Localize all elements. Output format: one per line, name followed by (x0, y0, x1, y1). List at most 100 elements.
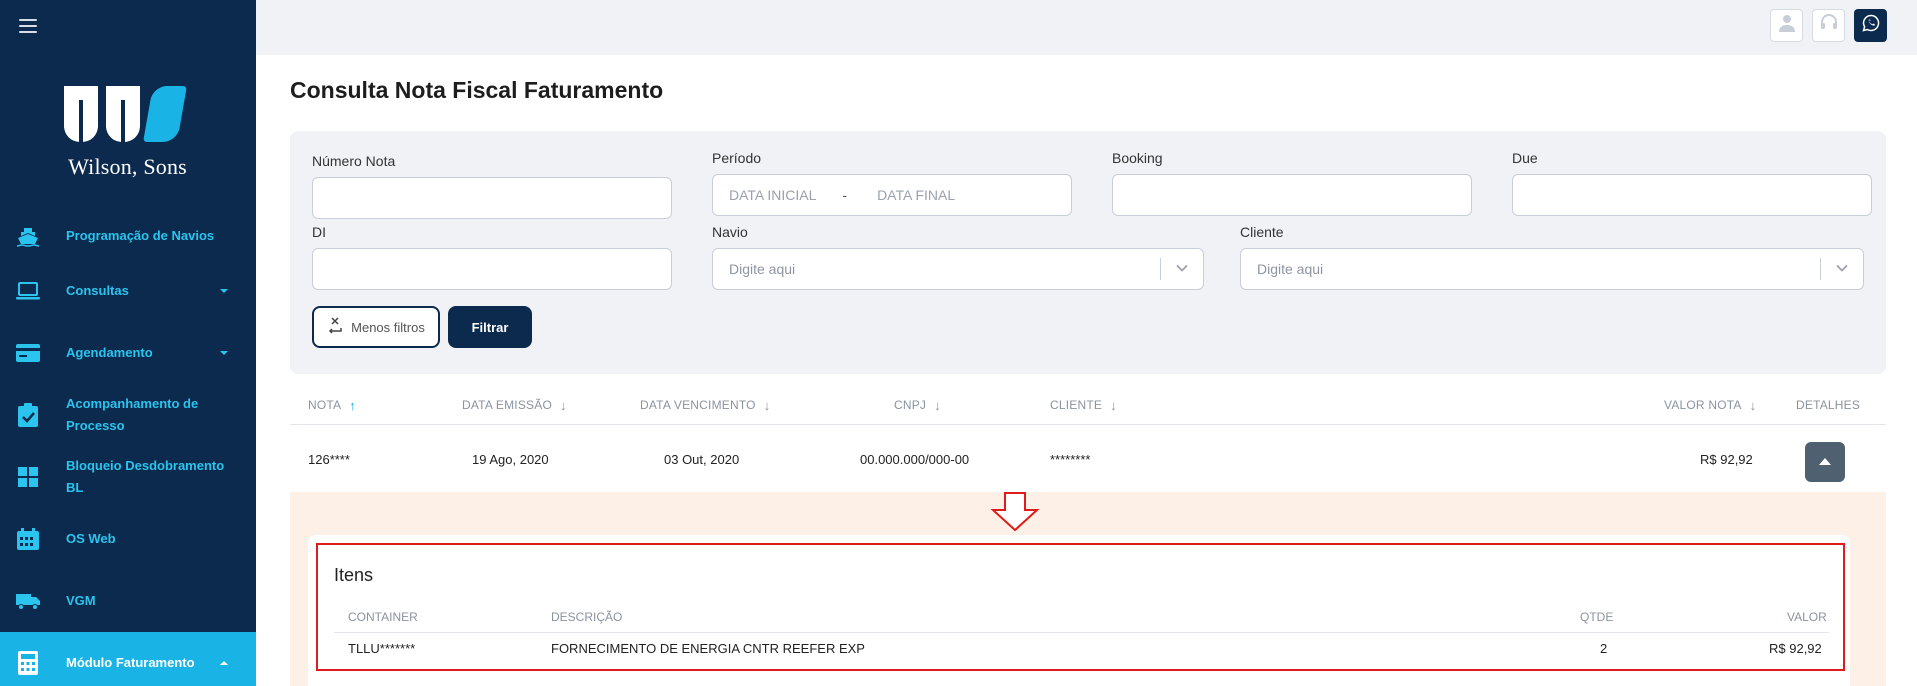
chevron-down-icon[interactable] (1835, 261, 1849, 278)
column-header-cnpj[interactable]: CNPJ ↓ (894, 385, 941, 425)
column-header-data-emissao[interactable]: DATA EMISSÃO ↓ (462, 385, 567, 425)
item-container: TLLU******* (348, 641, 416, 656)
credit-card-icon (16, 341, 40, 365)
data-inicial-input[interactable]: DATA INICIAL (729, 187, 816, 203)
sidebar-item-label: VGM (66, 593, 96, 608)
select-separator (1820, 258, 1821, 280)
column-header-data-vencimento[interactable]: DATA VENCIMENTO ↓ (640, 385, 770, 425)
items-header-container: CONTAINER (348, 610, 418, 624)
page-title: Consulta Nota Fiscal Faturamento (290, 77, 664, 103)
cell-cnpj: 00.000.000/000-00 (860, 451, 970, 467)
chevron-up-icon (220, 661, 228, 665)
caret-up-icon (1818, 453, 1832, 471)
di-input[interactable] (312, 248, 672, 290)
date-separator: - (842, 187, 848, 203)
main-content: Consulta Nota Fiscal Faturamento Número … (256, 55, 1917, 686)
logo-mark (60, 86, 195, 142)
cell-data-emissao: 19 Ago, 2020 (472, 451, 549, 467)
numero-nota-input[interactable] (312, 177, 672, 219)
laptop-icon (16, 279, 40, 303)
sidebar-item-label: Bloqueio Desdobramento BL (66, 455, 224, 499)
table-header: NOTA ↑ DATA EMISSÃO ↓ DATA VENCIMENTO ↓ CNP… (290, 385, 1886, 425)
sidebar-item-agendamento[interactable]: Agendamento (0, 322, 256, 384)
row-details-panel: Itens CONTAINER DESCRIÇÃO QTDE VALOR TLL… (290, 492, 1886, 686)
filter-panel: Número Nota Período DATA INICIAL - DATA … (290, 131, 1886, 374)
top-bar (256, 0, 1917, 55)
support-button[interactable] (1812, 9, 1845, 42)
items-highlight-frame: Itens CONTAINER DESCRIÇÃO QTDE VALOR TLL… (316, 543, 1845, 671)
numero-nota-label: Número Nota (312, 153, 396, 169)
chevron-down-icon (220, 351, 228, 355)
calendar-icon (16, 527, 40, 551)
cliente-label: Cliente (1240, 224, 1284, 240)
booking-field: Booking (1112, 150, 1472, 216)
items-header-valor: VALOR (1787, 610, 1827, 624)
chevron-down-icon (220, 289, 228, 293)
label-line-1: Bloqueio Desdobramento (66, 458, 225, 473)
column-label: DATA VENCIMENTO (640, 398, 756, 412)
filter-button[interactable]: Filtrar (448, 306, 532, 348)
column-header-cliente[interactable]: CLIENTE ↓ (1050, 385, 1117, 425)
collapse-details-button[interactable] (1805, 442, 1845, 482)
navio-placeholder: Digite aqui (729, 261, 796, 277)
hamburger-menu-icon[interactable] (19, 19, 37, 33)
arrow-down-icon: ↓ (559, 397, 567, 413)
cell-valor-nota: R$ 92,92 (1700, 451, 1753, 467)
user-icon (1778, 14, 1795, 37)
whatsapp-icon (1861, 14, 1880, 37)
column-label: CNPJ (894, 398, 927, 412)
table-row: 126**** 19 Ago, 2020 03 Out, 2020 00.000… (290, 426, 1886, 492)
booking-input[interactable] (1112, 174, 1472, 216)
sidebar-item-modulo-faturamento[interactable]: Módulo Faturamento (0, 632, 256, 686)
headset-icon (1820, 14, 1838, 37)
clipboard-check-icon (16, 403, 40, 427)
column-header-detalhes: DETALHES (1796, 385, 1860, 425)
less-filters-button[interactable]: Menos filtros (312, 306, 440, 348)
column-header-nota[interactable]: NOTA ↑ (308, 385, 356, 425)
ship-icon (16, 224, 40, 248)
calculator-icon (16, 651, 40, 675)
di-field: DI (312, 224, 672, 290)
periodo-date-range[interactable]: DATA INICIAL - DATA FINAL (712, 174, 1072, 216)
sidebar-item-bloqueio-desdobramento-bl[interactable]: Bloqueio Desdobramento BL (0, 446, 256, 508)
sidebar-item-label: OS Web (66, 531, 116, 546)
navio-select[interactable]: Digite aqui (712, 248, 1204, 290)
sidebar-item-os-web[interactable]: OS Web (0, 508, 256, 570)
filter-collapse-icon (327, 316, 343, 338)
sidebar-item-acompanhamento-de-processo[interactable]: Acompanhamento de Processo (0, 384, 256, 446)
sidebar-item-label: Consultas (66, 283, 129, 298)
due-field: Due (1512, 150, 1872, 216)
periodo-label: Período (712, 150, 762, 166)
cliente-placeholder: Digite aqui (1257, 261, 1324, 277)
navio-field: Navio Digite aqui (712, 224, 1204, 290)
truck-icon (16, 589, 40, 613)
items-title: Itens (334, 565, 374, 585)
cliente-select[interactable]: Digite aqui (1240, 248, 1864, 290)
booking-label: Booking (1112, 150, 1163, 166)
cell-nota: 126**** (308, 451, 350, 467)
navio-label: Navio (712, 224, 748, 240)
column-label: DATA EMISSÃO (462, 398, 552, 412)
sidebar-item-consultas[interactable]: Consultas (0, 260, 256, 322)
brand-name: Wilson, Sons (68, 154, 187, 179)
item-qtde: 2 (1600, 641, 1608, 656)
due-input[interactable] (1512, 174, 1872, 216)
label-line-1: Acompanhamento de (66, 396, 199, 411)
arrow-down-icon: ↓ (1110, 397, 1117, 413)
chevron-down-icon[interactable] (1175, 261, 1189, 278)
arrow-down-icon: ↓ (934, 397, 941, 413)
user-button[interactable] (1770, 9, 1803, 42)
sidebar-item-label: Acompanhamento de Processo (66, 393, 198, 437)
data-final-input[interactable]: DATA FINAL (877, 187, 955, 203)
select-separator (1160, 258, 1161, 280)
sidebar-item-programacao-de-navios[interactable]: Programação de Navios (0, 212, 256, 260)
sidebar-item-label: Programação de Navios (66, 228, 215, 243)
down-arrow-annotation-icon (990, 492, 1040, 537)
label-line-2: Processo (66, 418, 125, 433)
grid-icon (16, 465, 40, 489)
column-header-valor-nota[interactable]: VALOR NOTA ↓ (1664, 385, 1756, 425)
wilson-sons-logo: Wilson, Sons (60, 86, 195, 180)
whatsapp-button[interactable] (1854, 9, 1887, 42)
di-label: DI (312, 224, 326, 240)
sidebar-item-vgm[interactable]: VGM (0, 570, 256, 632)
